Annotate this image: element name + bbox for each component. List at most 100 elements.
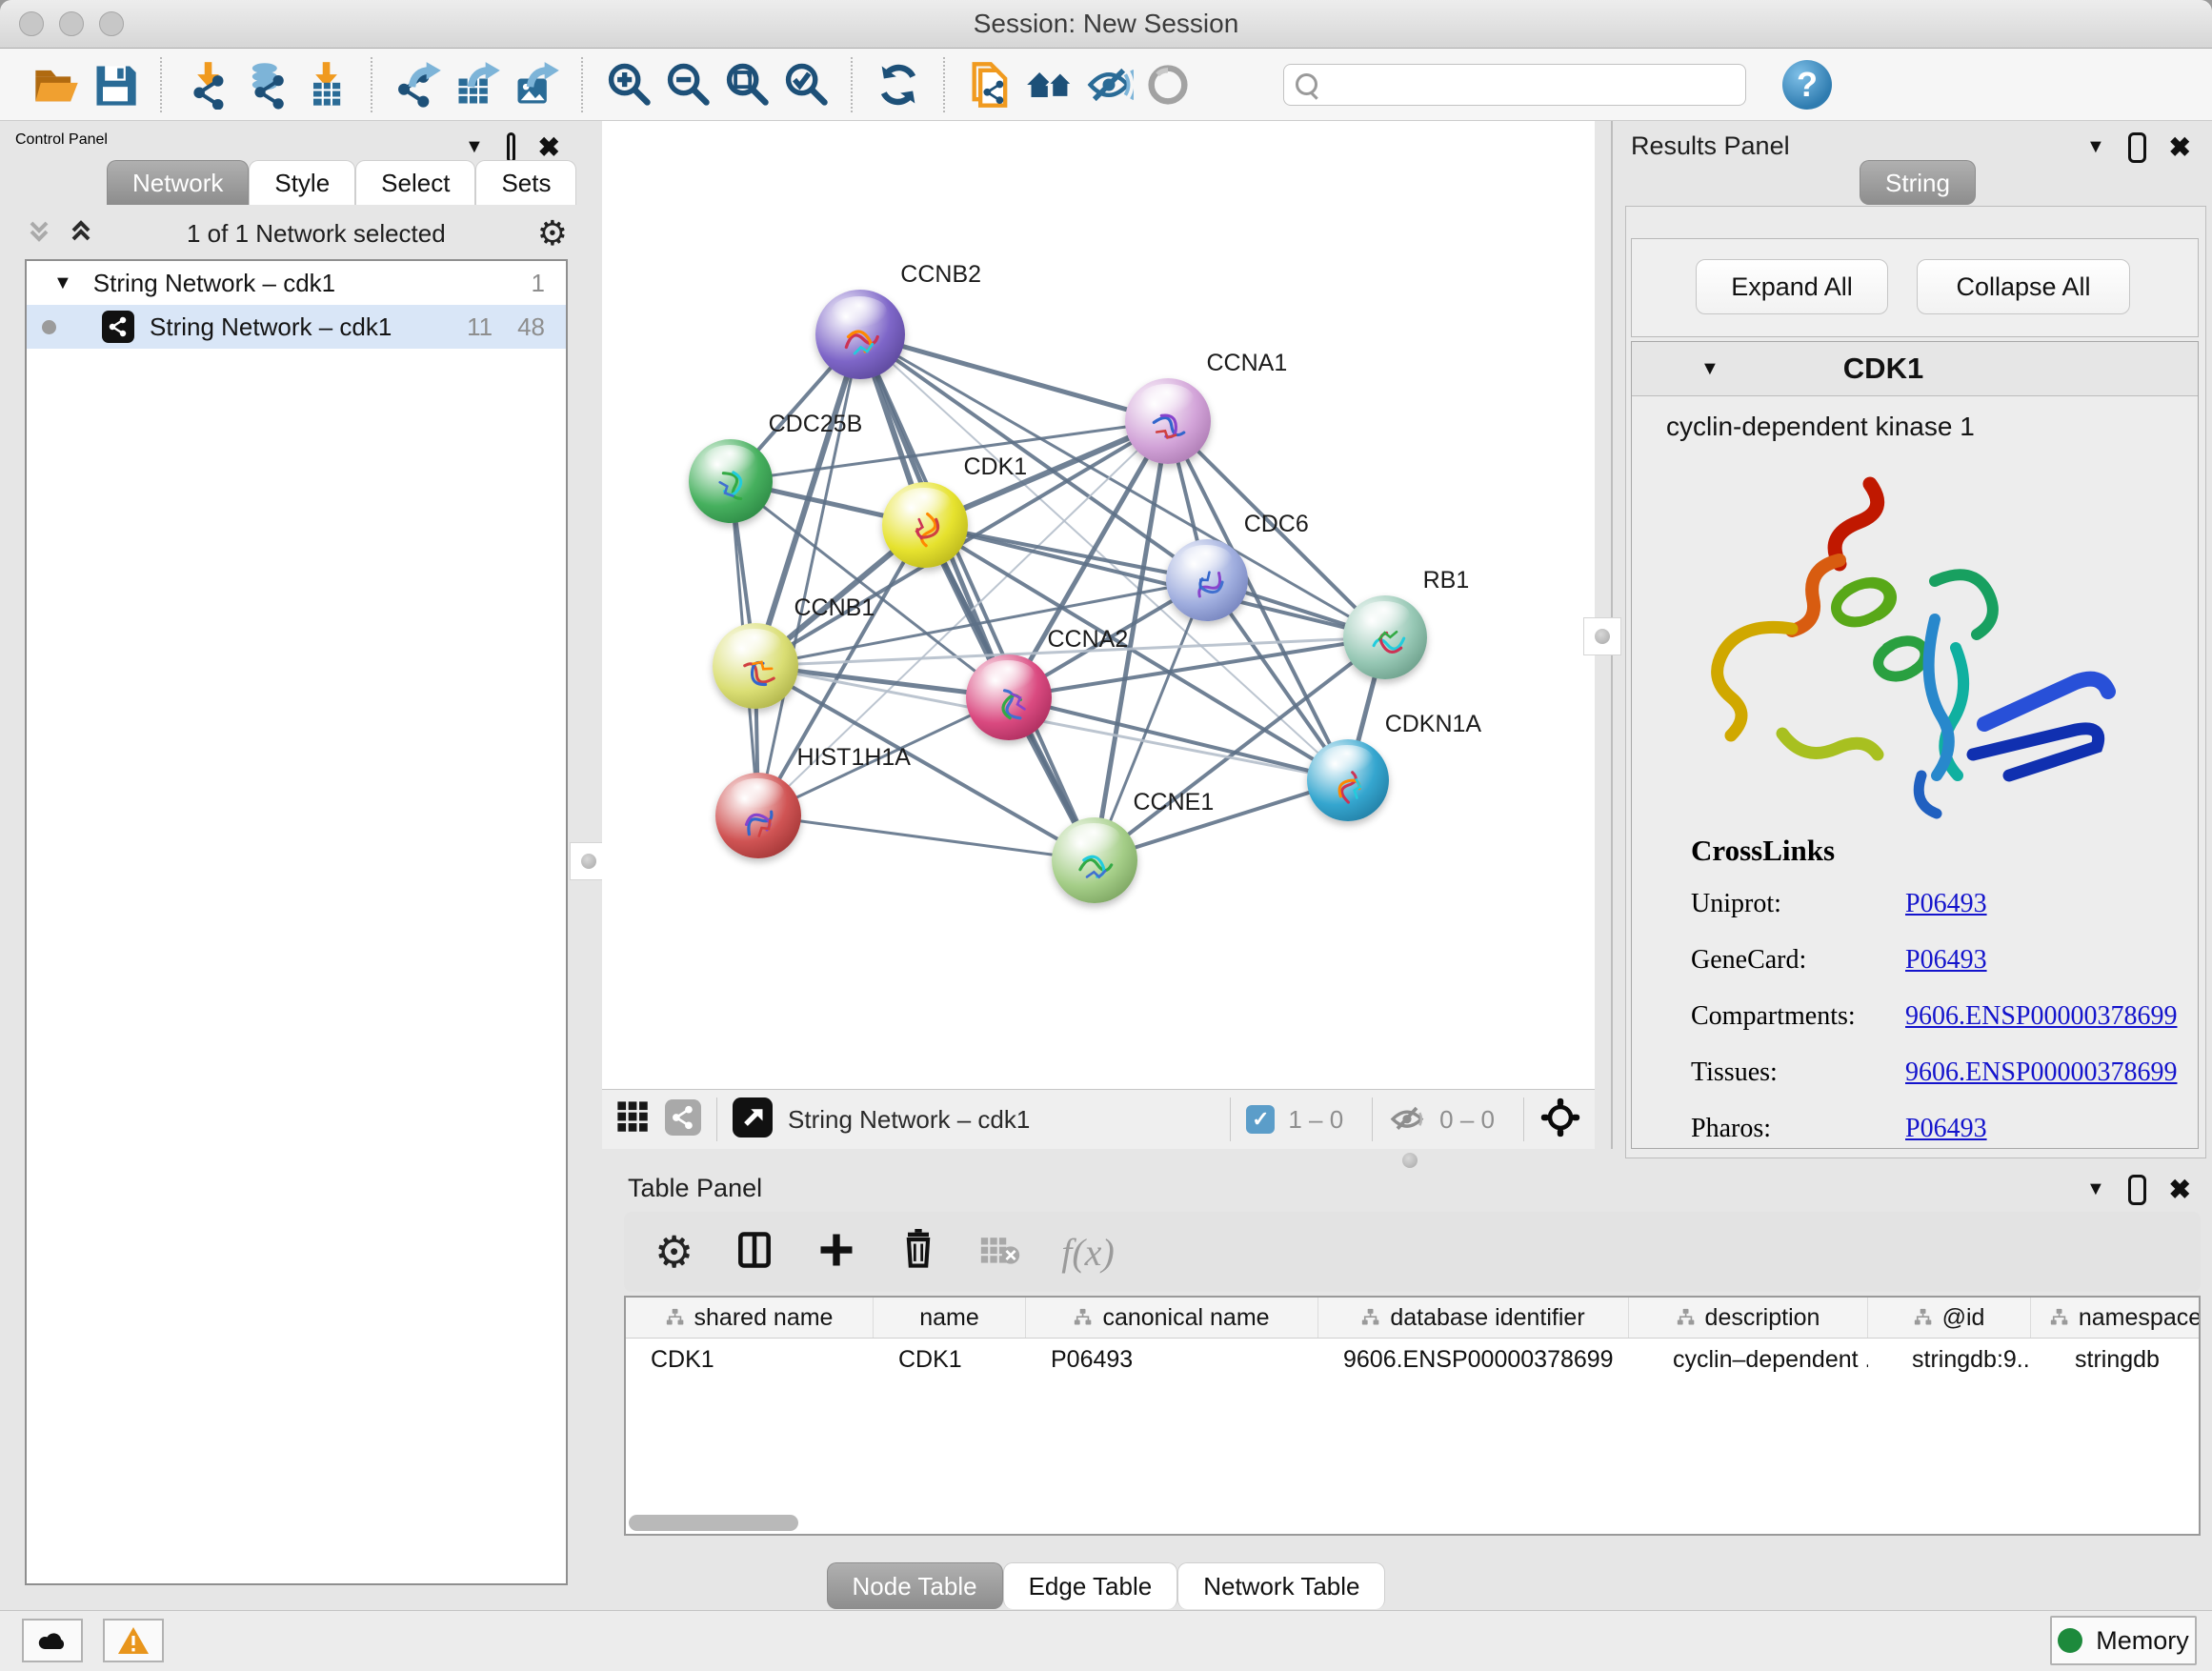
function-builder-button[interactable]: f(x) bbox=[1061, 1230, 1115, 1275]
help-button[interactable]: ? bbox=[1782, 60, 1832, 110]
tab-node-table[interactable]: Node Table bbox=[827, 1562, 1003, 1609]
search-input[interactable] bbox=[1327, 70, 1745, 99]
save-session-button[interactable] bbox=[86, 55, 145, 114]
search-box[interactable] bbox=[1283, 64, 1746, 106]
open-session-button[interactable] bbox=[27, 55, 86, 114]
selected-checkbox-icon[interactable]: ✓ bbox=[1246, 1105, 1275, 1134]
zoom-selected-button[interactable] bbox=[776, 55, 835, 114]
crosslink-link[interactable]: P06493 bbox=[1905, 1114, 1987, 1144]
float-results-icon[interactable] bbox=[2128, 132, 2146, 163]
network-overview-share-icon[interactable] bbox=[665, 1099, 701, 1140]
columns-button[interactable] bbox=[734, 1229, 775, 1276]
float-table-icon[interactable] bbox=[2128, 1175, 2146, 1205]
import-table-file-button[interactable] bbox=[296, 55, 355, 114]
table-cell[interactable]: 9606.ENSP00000378699 bbox=[1318, 1346, 1629, 1374]
collapse-all-networks-icon[interactable] bbox=[25, 217, 53, 251]
cloud-status-button[interactable] bbox=[22, 1619, 83, 1662]
zoom-in-button[interactable] bbox=[599, 55, 658, 114]
node-CCNA2[interactable] bbox=[966, 654, 1052, 740]
node-CCNA1[interactable] bbox=[1125, 378, 1211, 464]
node-CCNE1[interactable] bbox=[1052, 817, 1137, 903]
right-splitter-handle[interactable] bbox=[1583, 617, 1621, 655]
column-header-canonical-name[interactable]: canonical name bbox=[1026, 1298, 1318, 1338]
node-RB1[interactable] bbox=[1343, 595, 1427, 679]
tab-network-table[interactable]: Network Table bbox=[1177, 1562, 1385, 1609]
column-header-database-identifier[interactable]: database identifier bbox=[1318, 1298, 1629, 1338]
table-cell[interactable]: P06493 bbox=[1026, 1346, 1318, 1374]
detach-view-icon[interactable] bbox=[733, 1097, 773, 1142]
delete-table-button[interactable] bbox=[979, 1229, 1021, 1276]
add-column-button[interactable] bbox=[815, 1229, 857, 1276]
refresh-view-button[interactable] bbox=[869, 55, 928, 114]
search-icon bbox=[1296, 73, 1317, 95]
node-HIST1H1A[interactable] bbox=[715, 773, 801, 858]
node-CCNB2[interactable] bbox=[815, 290, 905, 379]
network-canvas[interactable]: CCNB2 CCNA1 CDC25B CDK1 bbox=[602, 121, 1595, 1089]
column-header-description[interactable]: description bbox=[1629, 1298, 1868, 1338]
zoom-fit-button[interactable] bbox=[717, 55, 776, 114]
crosslink-link[interactable]: P06493 bbox=[1905, 889, 1987, 919]
collapse-table-icon[interactable]: ▼ bbox=[2086, 1178, 2105, 1200]
collapse-results-icon[interactable]: ▼ bbox=[2086, 136, 2105, 158]
structure-thumbnail-icon bbox=[981, 674, 1041, 734]
collapse-all-button[interactable]: Collapse All bbox=[1917, 259, 2130, 314]
column-header--id[interactable]: @id bbox=[1868, 1298, 2031, 1338]
warning-status-button[interactable] bbox=[103, 1619, 164, 1662]
close-results-icon[interactable]: ✖ bbox=[2169, 131, 2191, 163]
gear-button[interactable]: ⚙ bbox=[654, 1230, 694, 1274]
tab-string[interactable]: String bbox=[1860, 160, 1976, 205]
results-node-header[interactable]: ▼ CDK1 bbox=[1632, 342, 2198, 396]
tree-mini-icon bbox=[1677, 1308, 1696, 1327]
column-header-shared-name[interactable]: shared name bbox=[626, 1298, 874, 1338]
gray-sphere-button[interactable] bbox=[1138, 55, 1197, 114]
close-panel-icon[interactable]: ✖ bbox=[538, 131, 560, 163]
fit-selected-crosshair-icon[interactable] bbox=[1539, 1097, 1581, 1143]
export-network-button[interactable] bbox=[389, 55, 448, 114]
tree-expand-icon[interactable]: ▼ bbox=[53, 272, 72, 294]
crosslink-link[interactable]: P06493 bbox=[1905, 945, 1987, 976]
tree-row-collection[interactable]: ▼ String Network – cdk1 1 bbox=[27, 261, 566, 305]
column-header-name[interactable]: name bbox=[874, 1298, 1026, 1338]
table-cell[interactable]: stringdb:9... bbox=[1868, 1346, 2031, 1374]
node-CDC25B[interactable] bbox=[689, 439, 773, 523]
tab-select[interactable]: Select bbox=[355, 160, 475, 205]
table-horizontal-scrollbar[interactable] bbox=[629, 1515, 798, 1531]
crosslink-link[interactable]: 9606.ENSP00000378699 bbox=[1905, 1001, 2177, 1032]
expand-all-networks-icon[interactable] bbox=[67, 217, 95, 251]
column-header-namespace[interactable]: namespace bbox=[2031, 1298, 2201, 1338]
node-CCNB1[interactable] bbox=[713, 623, 798, 709]
import-network-file-button[interactable] bbox=[178, 55, 237, 114]
float-panel-icon[interactable] bbox=[507, 132, 515, 163]
collapse-panel-icon[interactable]: ▼ bbox=[465, 136, 484, 158]
node-CDK1[interactable] bbox=[882, 482, 968, 568]
tree-row-network[interactable]: String Network – cdk1 11 48 bbox=[27, 305, 566, 349]
table-row[interactable]: CDK1CDK1P064939606.ENSP00000378699cyclin… bbox=[626, 1339, 2199, 1380]
expand-all-button[interactable]: Expand All bbox=[1696, 259, 1888, 314]
tab-sets[interactable]: Sets bbox=[475, 160, 576, 205]
delete-column-button[interactable] bbox=[897, 1229, 939, 1276]
tab-style[interactable]: Style bbox=[249, 160, 355, 205]
crosslink-link[interactable]: 9606.ENSP00000378699 bbox=[1905, 1057, 2177, 1088]
table-cell[interactable]: stringdb bbox=[2031, 1346, 2201, 1374]
section-collapse-icon[interactable]: ▼ bbox=[1700, 358, 1719, 380]
structure-thumbnail-icon bbox=[704, 457, 763, 516]
hide-selected-button[interactable] bbox=[1079, 55, 1138, 114]
horizontal-splitter-handle[interactable] bbox=[1402, 1153, 1418, 1168]
table-cell[interactable]: CDK1 bbox=[626, 1346, 874, 1374]
export-image-button[interactable] bbox=[507, 55, 566, 114]
network-options-gear-icon[interactable]: ⚙ bbox=[537, 216, 568, 251]
node-CDKN1A[interactable] bbox=[1307, 739, 1389, 821]
table-cell[interactable]: CDK1 bbox=[874, 1346, 1026, 1374]
zoom-out-button[interactable] bbox=[658, 55, 717, 114]
export-table-button[interactable] bbox=[448, 55, 507, 114]
show-all-networks-button[interactable] bbox=[1020, 55, 1079, 114]
import-network-database-button[interactable] bbox=[237, 55, 296, 114]
node-CDC6[interactable] bbox=[1166, 539, 1248, 621]
tab-edge-table[interactable]: Edge Table bbox=[1003, 1562, 1178, 1609]
copy-network-button[interactable] bbox=[961, 55, 1020, 114]
memory-button[interactable]: Memory bbox=[2050, 1616, 2197, 1665]
tab-network[interactable]: Network bbox=[107, 160, 249, 205]
close-table-icon[interactable]: ✖ bbox=[2169, 1174, 2191, 1205]
birdseye-grid-icon[interactable] bbox=[615, 1099, 652, 1140]
table-cell[interactable]: cyclin–dependent ... bbox=[1629, 1346, 1868, 1374]
